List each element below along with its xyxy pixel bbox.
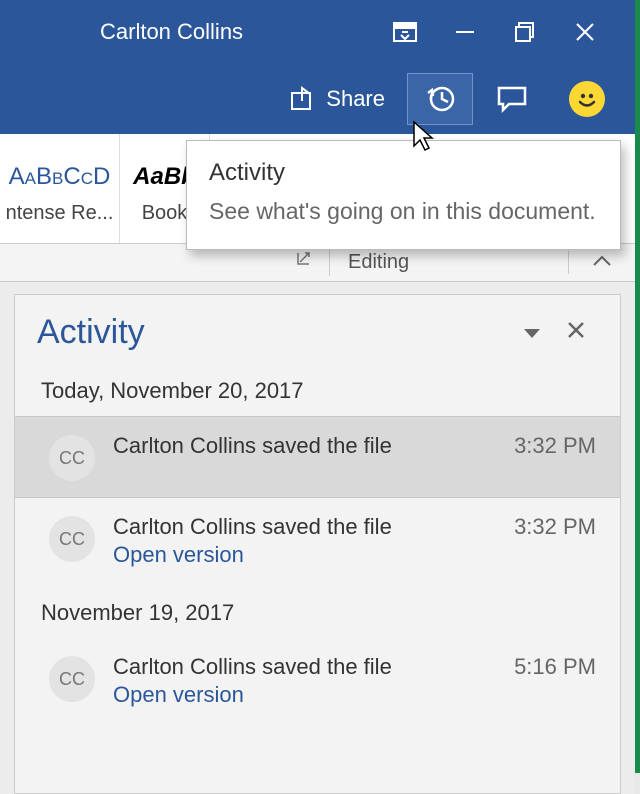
activity-tooltip: Activity See what's going on in this doc… xyxy=(186,140,621,250)
ribbon-display-options-button[interactable] xyxy=(375,12,435,52)
share-button[interactable]: Share xyxy=(272,73,401,125)
feedback-smiley-button[interactable] xyxy=(569,81,605,117)
comment-icon xyxy=(495,84,529,114)
pane-close-button[interactable] xyxy=(554,320,598,346)
restore-icon xyxy=(513,20,537,44)
activity-description: Carlton Collins saved the file xyxy=(113,654,468,680)
activity-pane-wrap: Activity Today, November 20, 2017 CC Carlt… xyxy=(0,282,635,794)
activity-item[interactable]: CC Carlton Collins saved the file 3:32 PM xyxy=(15,416,620,498)
activity-description: Carlton Collins saved the file xyxy=(113,433,468,459)
style-intense-reference[interactable]: AaBbCcD ntense Re... xyxy=(0,134,120,243)
history-icon xyxy=(424,83,456,115)
minimize-icon xyxy=(453,20,477,44)
share-label: Share xyxy=(326,86,385,112)
style-label: ntense Re... xyxy=(6,202,114,225)
title-bar: Carlton Collins xyxy=(0,0,635,64)
user-name: Carlton Collins xyxy=(100,19,243,45)
close-button[interactable] xyxy=(555,12,615,52)
ribbon-right-buttons: Share xyxy=(0,64,635,134)
style-label: Book xyxy=(142,202,188,225)
activity-item[interactable]: CC Carlton Collins saved the fileOpen ver… xyxy=(15,638,620,724)
share-icon xyxy=(288,86,316,112)
mouse-cursor-icon xyxy=(412,120,440,154)
activity-list: Today, November 20, 2017 CC Carlton Collin… xyxy=(15,362,620,724)
avatar: CC xyxy=(49,435,95,481)
tooltip-title: Activity xyxy=(209,159,598,187)
activity-group-date: Today, November 20, 2017 xyxy=(15,362,620,416)
styles-dialog-launcher[interactable] xyxy=(0,250,330,276)
activity-item[interactable]: CC Carlton Collins saved the fileOpen ver… xyxy=(15,498,620,584)
activity-button[interactable] xyxy=(407,73,473,125)
activity-time: 3:32 PM xyxy=(486,514,596,540)
dialog-launcher-icon xyxy=(295,250,315,270)
smiley-icon xyxy=(573,85,601,113)
activity-time: 5:16 PM xyxy=(486,654,596,680)
minimize-button[interactable] xyxy=(435,12,495,52)
close-icon xyxy=(573,20,597,44)
tooltip-body: See what's going on in this document. xyxy=(209,195,598,227)
activity-description: Carlton Collins saved the file xyxy=(113,514,468,540)
activity-pane-title: Activity xyxy=(37,313,510,352)
editing-group-label[interactable]: Editing xyxy=(330,251,569,274)
ribbon-display-icon xyxy=(392,21,418,43)
chevron-up-icon xyxy=(592,254,612,268)
activity-pane: Activity Today, November 20, 2017 CC Carlt… xyxy=(14,294,621,794)
caret-down-icon xyxy=(522,326,542,340)
collapse-ribbon-button[interactable] xyxy=(569,251,635,274)
open-version-link[interactable]: Open version xyxy=(113,682,468,708)
activity-time: 3:32 PM xyxy=(486,433,596,459)
avatar: CC xyxy=(49,656,95,702)
open-version-link[interactable]: Open version xyxy=(113,542,468,568)
avatar: CC xyxy=(49,516,95,562)
comments-button[interactable] xyxy=(479,73,545,125)
pane-options-button[interactable] xyxy=(510,320,554,346)
restore-button[interactable] xyxy=(495,12,555,52)
style-preview: AaBbCcD xyxy=(9,152,111,202)
close-icon xyxy=(566,320,586,340)
activity-pane-header: Activity xyxy=(15,295,620,362)
activity-group-date: November 19, 2017 xyxy=(15,584,620,638)
